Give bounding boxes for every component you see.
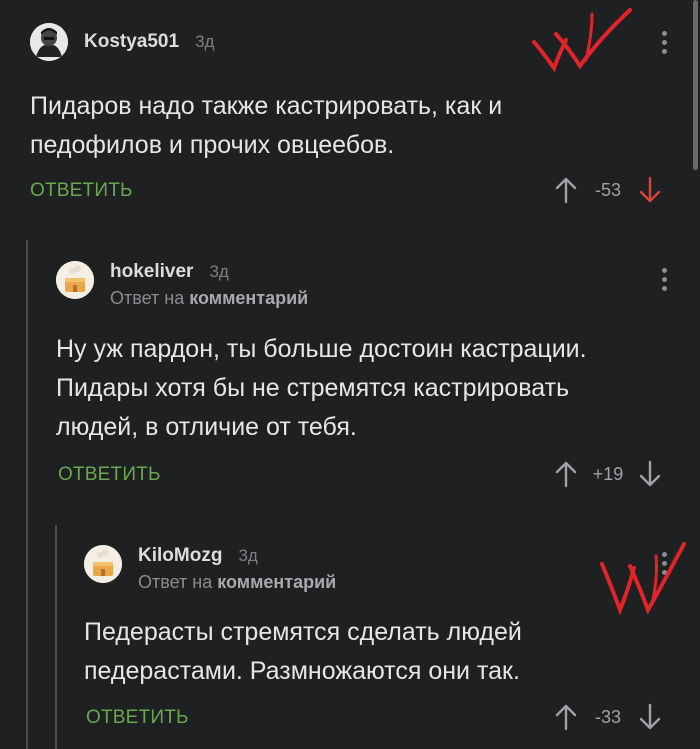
- comment-text-line: людей, в отличие от тебя.: [56, 413, 357, 441]
- reply-to-link[interactable]: комментарий: [217, 572, 336, 592]
- reply-to-prefix: Ответ на: [110, 288, 185, 308]
- comment-text: Педерасты стремятся сделать людей педера…: [84, 613, 522, 691]
- avatar[interactable]: [30, 23, 68, 61]
- reply-to-info: Ответ на комментарий: [138, 572, 336, 593]
- vote-score: +19: [592, 463, 624, 484]
- downvote-arrow-icon[interactable]: [638, 703, 662, 731]
- timestamp: 3д: [195, 32, 215, 51]
- comment-text: Пидаров надо также кастрировать, как и п…: [30, 87, 502, 165]
- username[interactable]: KiloMozg: [138, 545, 222, 567]
- vote-score: -53: [594, 179, 621, 200]
- comment-header: Kostya501 3д: [30, 23, 214, 61]
- thread-line: [26, 240, 28, 749]
- comment-text-line: педерастами. Размножаются они так.: [84, 657, 520, 685]
- reply-to-info: Ответ на комментарий: [110, 288, 308, 309]
- default-avatar-icon[interactable]: [84, 545, 122, 583]
- more-vertical-icon[interactable]: [661, 268, 667, 291]
- avatar-image: [30, 23, 68, 61]
- thread-line: [55, 525, 57, 749]
- reply-to-prefix: Ответ на: [138, 572, 213, 592]
- reply-button[interactable]: ОТВЕТИТЬ: [58, 464, 161, 486]
- annotation-mark: [600, 542, 686, 616]
- username[interactable]: hokeliver: [110, 261, 193, 283]
- reply-to-link[interactable]: комментарий: [189, 288, 308, 308]
- vote-controls: -33: [554, 703, 662, 731]
- default-avatar-icon[interactable]: [56, 261, 94, 299]
- more-vertical-icon[interactable]: [661, 31, 667, 54]
- comment-text: Ну уж пардон, ты больше достоин кастраци…: [56, 330, 587, 447]
- timestamp: 3д: [209, 262, 229, 281]
- username[interactable]: Kostya501: [84, 31, 179, 53]
- reply-button[interactable]: ОТВЕТИТЬ: [30, 180, 133, 202]
- annotation-mark: [532, 8, 632, 73]
- scrollbar[interactable]: [693, 0, 698, 170]
- comment-text-line: Педерасты стремятся сделать людей: [84, 618, 522, 646]
- comment-text-line: Пидары хотя бы не стремятся кастрировать: [56, 374, 570, 402]
- upvote-arrow-icon[interactable]: [554, 460, 578, 488]
- vote-controls: -53: [554, 176, 662, 204]
- vote-score: -33: [594, 706, 621, 727]
- comment-text-line: Пидаров надо также кастрировать, как и: [30, 92, 503, 120]
- comment-text-line: педофилов и прочих овцеебов.: [30, 131, 395, 159]
- comment-text-line: Ну уж пардон, ты больше достоин кастраци…: [56, 335, 587, 363]
- upvote-arrow-icon[interactable]: [554, 176, 578, 204]
- downvote-arrow-icon[interactable]: [638, 460, 662, 488]
- reply-button[interactable]: ОТВЕТИТЬ: [86, 707, 189, 729]
- timestamp: 3д: [238, 546, 258, 565]
- downvote-arrow-icon[interactable]: [638, 176, 662, 204]
- upvote-arrow-icon[interactable]: [554, 703, 578, 731]
- vote-controls: +19: [554, 460, 662, 488]
